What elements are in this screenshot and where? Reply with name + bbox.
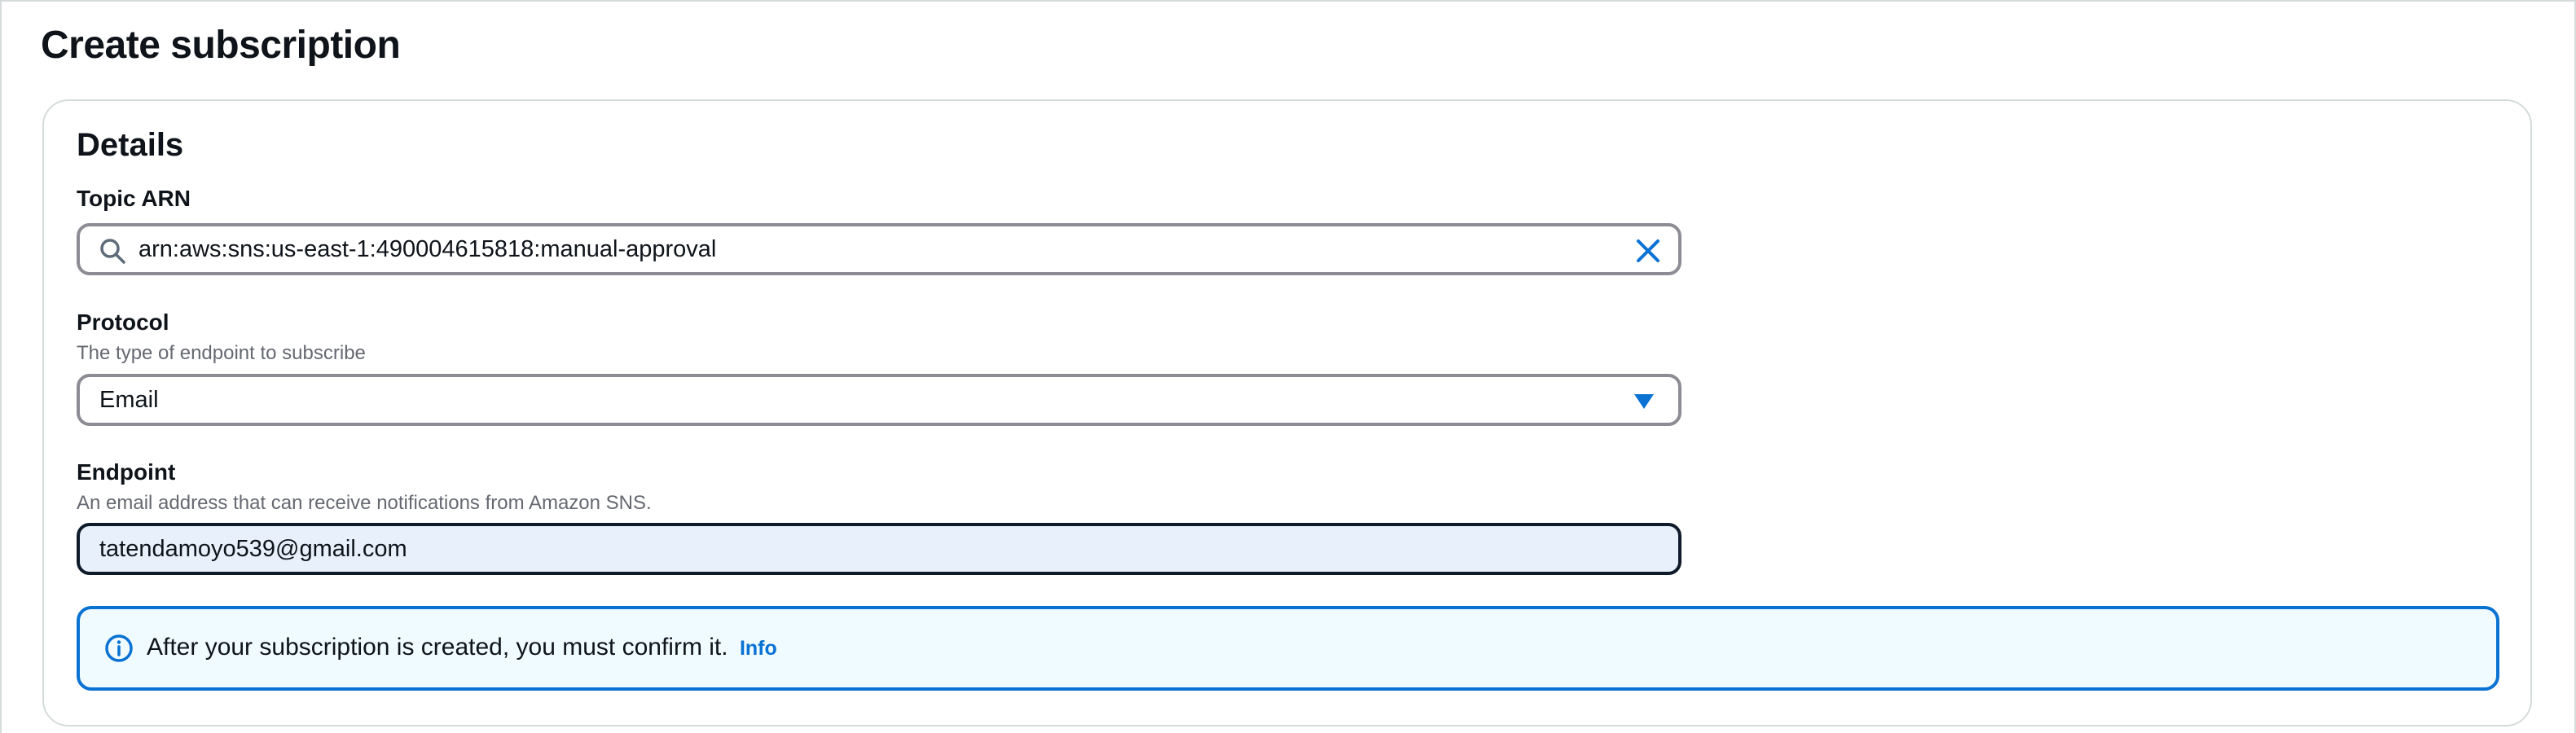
alert-text: After your subscription is created, you … <box>147 634 728 661</box>
details-container: Details Topic ARN arn:aws:sns:us-east-1:… <box>42 99 2532 726</box>
topic-arn-value[interactable]: arn:aws:sns:us-east-1:490004615818:manua… <box>138 236 716 263</box>
topic-arn-input[interactable]: arn:aws:sns:us-east-1:490004615818:manua… <box>77 223 1681 275</box>
details-title: Details <box>77 127 184 163</box>
protocol-label: Protocol <box>77 309 169 335</box>
close-icon[interactable] <box>1633 235 1664 266</box>
info-icon <box>105 634 133 662</box>
endpoint-description: An email address that can receive notifi… <box>77 492 652 514</box>
protocol-selected-value[interactable]: Email <box>99 387 159 414</box>
protocol-description: The type of endpoint to subscribe <box>77 342 366 364</box>
confirmation-alert: After your subscription is created, you … <box>77 606 2499 691</box>
topic-arn-label: Topic ARN <box>77 186 191 211</box>
search-icon <box>100 239 125 264</box>
info-link[interactable]: Info <box>740 637 777 660</box>
page-title: Create subscription <box>41 24 401 67</box>
alert-message: After your subscription is created, you … <box>147 634 777 661</box>
endpoint-label: Endpoint <box>77 459 176 485</box>
endpoint-value[interactable]: tatendamoyo539@gmail.com <box>99 536 407 563</box>
endpoint-input[interactable]: tatendamoyo539@gmail.com <box>77 523 1681 575</box>
create-subscription-page: Create subscription Details Topic ARN ar… <box>0 0 2576 733</box>
protocol-select[interactable]: Email <box>77 374 1681 426</box>
caret-down-icon <box>1634 394 1654 409</box>
